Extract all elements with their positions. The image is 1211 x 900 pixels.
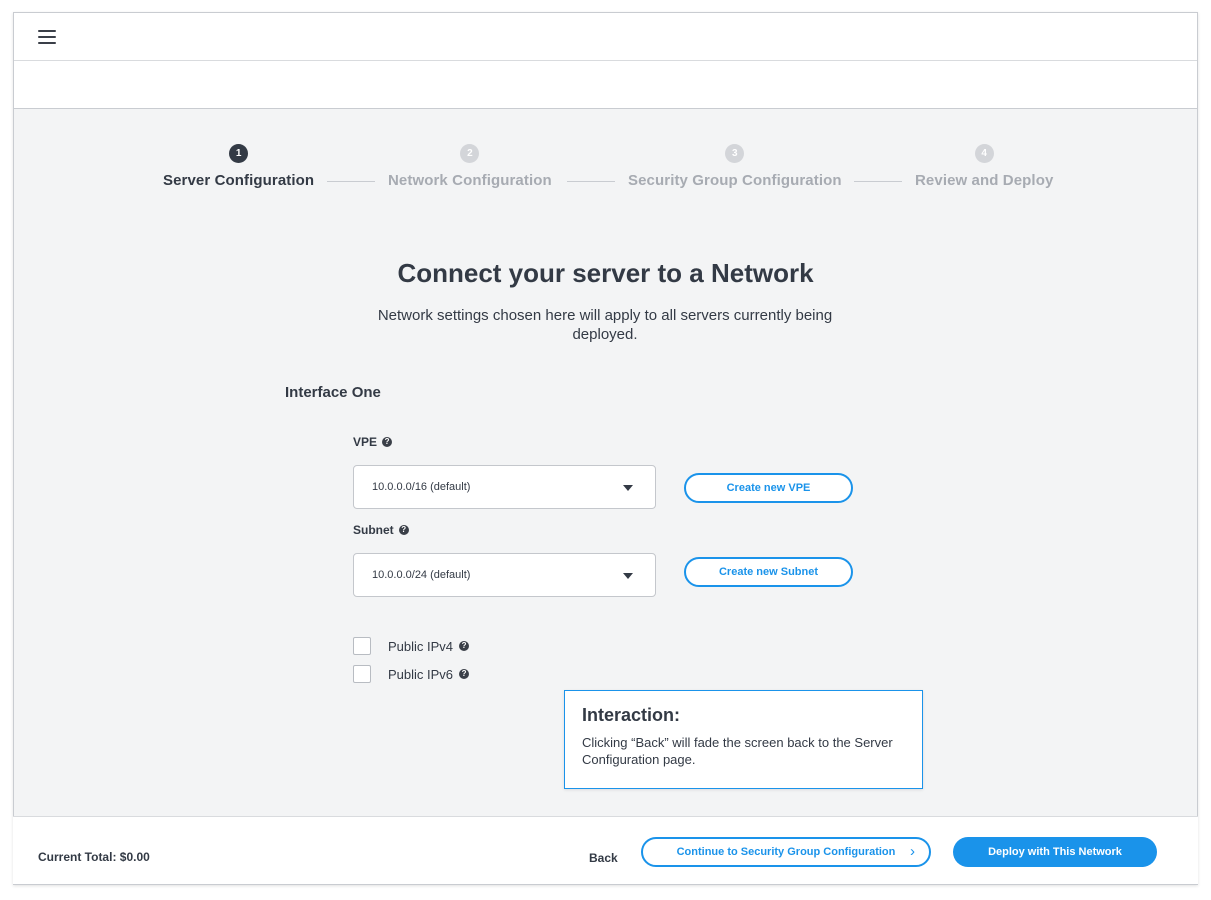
- footer-bar: Current Total: $0.00 Back Continue to Se…: [13, 816, 1198, 884]
- step-connector: [854, 181, 902, 182]
- step-connector: [327, 181, 375, 182]
- step-server-configuration[interactable]: 1 Server Configuration: [163, 144, 314, 189]
- hamburger-menu-icon[interactable]: [38, 30, 56, 44]
- step-review-and-deploy[interactable]: 4 Review and Deploy: [915, 144, 1053, 189]
- top-bar: [14, 13, 1197, 61]
- public-ipv6-option[interactable]: Public IPv6 ?: [353, 665, 470, 683]
- step-label: Review and Deploy: [915, 172, 1054, 189]
- step-connector: [567, 181, 615, 182]
- help-icon[interactable]: ?: [398, 525, 409, 535]
- chevron-right-icon: ›: [910, 843, 915, 860]
- continue-button-label: Continue to Security Group Configuration: [676, 846, 896, 858]
- page-title: Connect your server to a Network: [397, 258, 814, 288]
- subnet-label-text: Subnet: [353, 523, 394, 537]
- caret-down-icon: [623, 485, 633, 491]
- help-icon[interactable]: ?: [382, 437, 393, 447]
- create-vpe-button[interactable]: Create new VPE: [684, 473, 853, 503]
- step-number: 3: [725, 144, 745, 163]
- continue-button[interactable]: Continue to Security Group Configuration…: [641, 837, 931, 867]
- help-icon[interactable]: ?: [459, 641, 470, 651]
- checkbox-label: Public IPv6: [388, 666, 454, 682]
- vpe-select-value: 10.0.0.0/16 (default): [372, 481, 471, 493]
- step-label: Server Configuration: [163, 172, 315, 189]
- public-ipv4-option[interactable]: Public IPv4 ?: [353, 637, 470, 655]
- caret-down-icon: [623, 573, 633, 579]
- sub-header-bar: [14, 61, 1197, 109]
- checkbox-label: Public IPv4: [388, 638, 454, 654]
- vpe-label-text: VPE: [353, 435, 378, 449]
- note-title: Interaction:: [582, 705, 681, 725]
- step-number: 1: [229, 144, 249, 163]
- subnet-label: Subnet ?: [353, 523, 409, 537]
- page-subtitle: Network settings chosen here will apply …: [377, 307, 833, 343]
- vpe-label: VPE ?: [353, 435, 393, 449]
- note-body: Clicking “Back” will fade the screen bac…: [582, 735, 893, 767]
- section-title: Interface One: [285, 384, 381, 401]
- interaction-note: Interaction: Clicking “Back” will fade t…: [564, 690, 923, 789]
- step-label: Network Configuration: [388, 172, 552, 189]
- step-network-configuration[interactable]: 2 Network Configuration: [388, 144, 552, 189]
- public-ipv4-checkbox[interactable]: [353, 637, 371, 655]
- subnet-select-value: 10.0.0.0/24 (default): [372, 569, 471, 581]
- step-label: Security Group Configuration: [628, 172, 842, 189]
- create-subnet-button[interactable]: Create new Subnet: [684, 557, 853, 587]
- step-number: 2: [460, 144, 480, 163]
- step-security-group-configuration[interactable]: 3 Security Group Configuration: [628, 144, 842, 189]
- vpe-select[interactable]: 10.0.0.0/16 (default): [353, 465, 656, 509]
- back-button[interactable]: Back: [589, 851, 618, 865]
- deploy-button[interactable]: Deploy with This Network: [953, 837, 1157, 867]
- current-total: Current Total: $0.00: [38, 850, 150, 864]
- step-number: 4: [974, 144, 994, 163]
- public-ipv6-checkbox[interactable]: [353, 665, 371, 683]
- help-icon[interactable]: ?: [459, 669, 470, 679]
- subnet-select[interactable]: 10.0.0.0/24 (default): [353, 553, 656, 597]
